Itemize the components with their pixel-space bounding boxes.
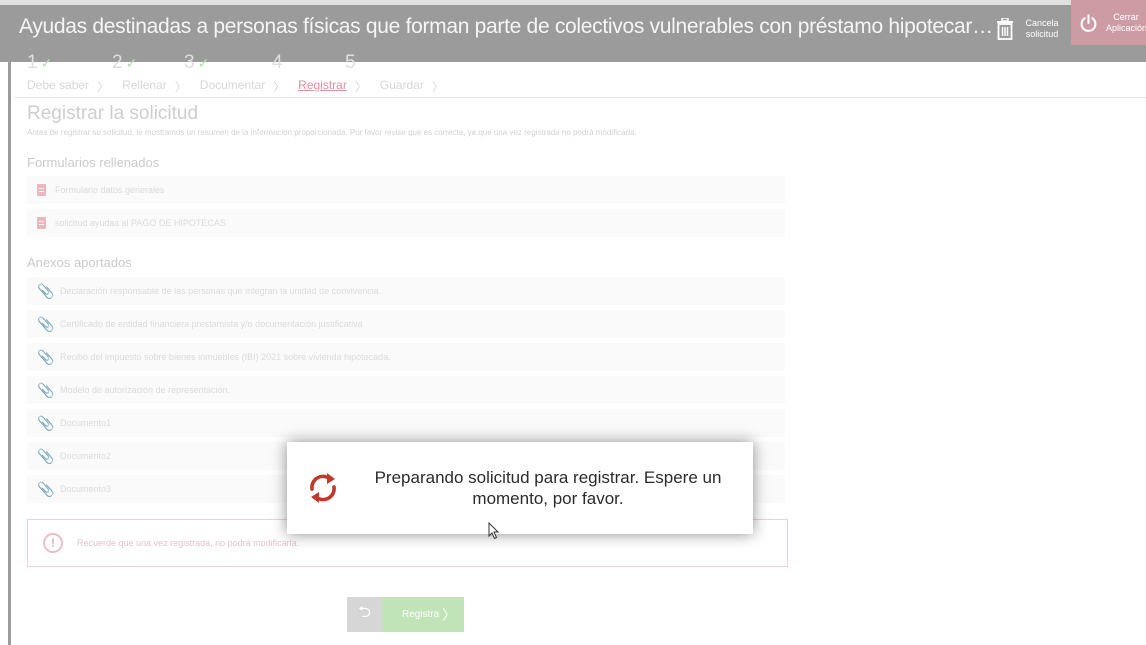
loading-message: Preparando solicitud para registrar. Esp…	[374, 468, 722, 508]
mouse-cursor-icon	[488, 522, 500, 540]
refresh-icon	[310, 473, 336, 503]
loading-overlay	[0, 0, 1146, 645]
loading-dialog: Preparando solicitud para registrar. Esp…	[287, 442, 753, 534]
